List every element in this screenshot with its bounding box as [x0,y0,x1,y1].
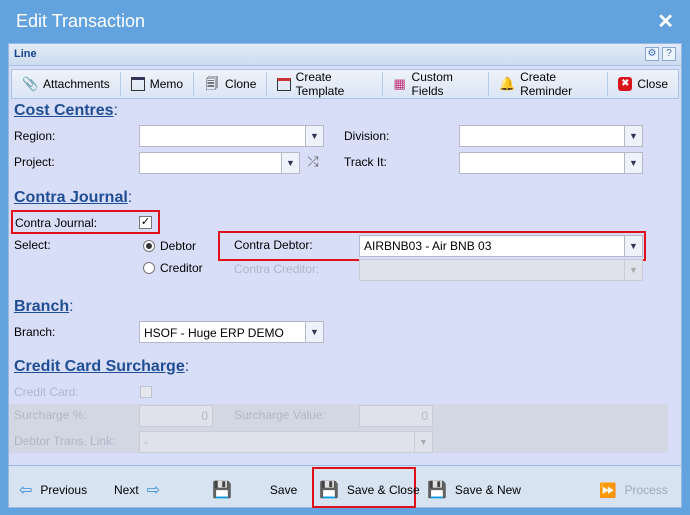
fast-forward-icon: ⏩ [599,481,617,498]
credit-card-surcharge-heading: Credit Card Surcharge [14,358,185,375]
surcharge-value-input: 0 [359,405,433,427]
surcharge-value-label: Surcharge Value: [234,408,326,422]
save-close-button[interactable]: 💾 Save & Close [319,477,420,503]
create-reminder-label: Create Reminder [520,70,573,98]
save-close-label: Save & Close [346,483,420,497]
clone-icon: 🗐 [205,76,219,91]
paperclip-icon: 📎 [22,76,39,91]
process-button: ⏩ Process [599,477,668,503]
arrow-left-icon: ⇦ [19,482,33,499]
chevron-down-icon[interactable]: ▼ [624,126,642,146]
custom-fields-label: Custom Fields [411,70,453,98]
bell-icon: 🔔 [499,76,516,91]
track-it-label: Track It: [344,155,387,169]
save-icon: 💾 [319,482,339,499]
debtor-link-select: - ▼ [139,431,433,453]
chevron-down-icon[interactable]: ▼ [305,126,323,146]
template-icon [277,77,291,91]
attachments-label: Attachments [43,77,110,91]
window-title: Edit Transaction [16,11,146,31]
region-select[interactable]: ▼ [139,125,324,147]
memo-icon [130,77,145,91]
contra-creditor-label: Contra Creditor: [234,262,320,276]
contra-debtor-value: AIRBNB03 - Air BNB 03 [364,239,492,253]
create-template-button[interactable]: Create Template [267,70,383,98]
settings-icon[interactable]: ⚙ [645,47,659,61]
contra-debtor-select[interactable]: AIRBNB03 - Air BNB 03 ▼ [359,235,643,257]
credit-card-label: Credit Card: [14,385,79,399]
branch-value: HSOF - Huge ERP DEMO [144,326,284,340]
contra-creditor-select: ▼ [359,259,643,281]
branch-heading: Branch [14,298,70,315]
previous-label: Previous [40,483,88,497]
save-new-button[interactable]: 💾 Save & New [427,477,521,503]
save-new-label: Save & New [454,483,521,497]
contra-journal-checkbox[interactable]: ✓ [139,216,152,229]
contra-journal-heading: Contra Journal [14,189,128,206]
creditor-label: Creditor [160,261,203,275]
surcharge-pct-label: Surcharge %: [14,408,87,422]
credit-card-checkbox [140,386,152,398]
create-reminder-button[interactable]: 🔔 Create Reminder [489,70,609,98]
memo-button[interactable]: Memo [121,72,195,96]
attachments-button[interactable]: 📎 Attachments [12,72,121,96]
save-icon: 💾 [427,482,447,499]
chevron-down-icon[interactable]: ▼ [624,236,642,256]
branch-select[interactable]: HSOF - Huge ERP DEMO ▼ [139,321,324,343]
surcharge-pct-input: 0 [139,405,213,427]
project-label: Project: [14,155,55,169]
debtor-label: Debtor [160,239,197,253]
window-close-icon[interactable]: ✕ [657,9,674,34]
track-it-select[interactable]: ▼ [459,152,643,174]
close-icon: ✖ [618,77,633,91]
panel-title: Line [14,48,37,60]
select-label: Select: [14,238,51,252]
panel-header: Line ⚙ ? [9,44,681,66]
previous-button[interactable]: ⇦ Previous [19,477,87,503]
clone-label: Clone [225,77,257,91]
process-label: Process [624,483,668,497]
debtor-radio[interactable] [143,240,155,252]
clone-button[interactable]: 🗐 Clone [194,72,268,96]
branch-label: Branch: [14,325,56,339]
close-button[interactable]: ✖ Close [608,72,678,96]
toolbar: 📎 Attachments Memo 🗐 Clone Create Template… [11,69,679,99]
save-label: Save [269,483,298,497]
creditor-radio[interactable] [143,262,155,274]
debtor-link-label: Debtor Trans. Link: [14,434,116,448]
contra-journal-label: Contra Journal: [15,216,98,230]
next-button[interactable]: Next ⇨ [114,477,160,503]
grid-icon: ▦ [393,76,406,91]
chevron-down-icon[interactable]: ▼ [624,153,642,173]
debtor-link-value: - [144,435,148,449]
cost-centres-heading: Cost Centres [14,102,114,119]
chevron-down-icon[interactable]: ▼ [305,322,323,342]
help-icon[interactable]: ? [662,47,676,61]
chevron-down-icon: ▼ [414,432,432,452]
arrow-right-icon: ⇨ [146,482,161,499]
next-label: Next [114,483,139,497]
save-button[interactable]: 💾 Save [212,477,297,503]
memo-label: Memo [149,77,184,91]
shuffle-icon[interactable]: ⤮ [302,153,324,173]
division-select[interactable]: ▼ [459,125,643,147]
close-label: Close [637,77,668,91]
chevron-down-icon[interactable]: ▼ [281,153,299,173]
save-icon: 💾 [212,482,232,499]
custom-fields-button[interactable]: ▦ Custom Fields [383,70,490,98]
chevron-down-icon: ▼ [624,260,642,280]
project-select[interactable]: ▼ [139,152,300,174]
create-template-label: Create Template [295,70,345,98]
region-label: Region: [14,129,56,143]
contra-debtor-label: Contra Debtor: [234,238,313,252]
division-label: Division: [344,129,390,143]
